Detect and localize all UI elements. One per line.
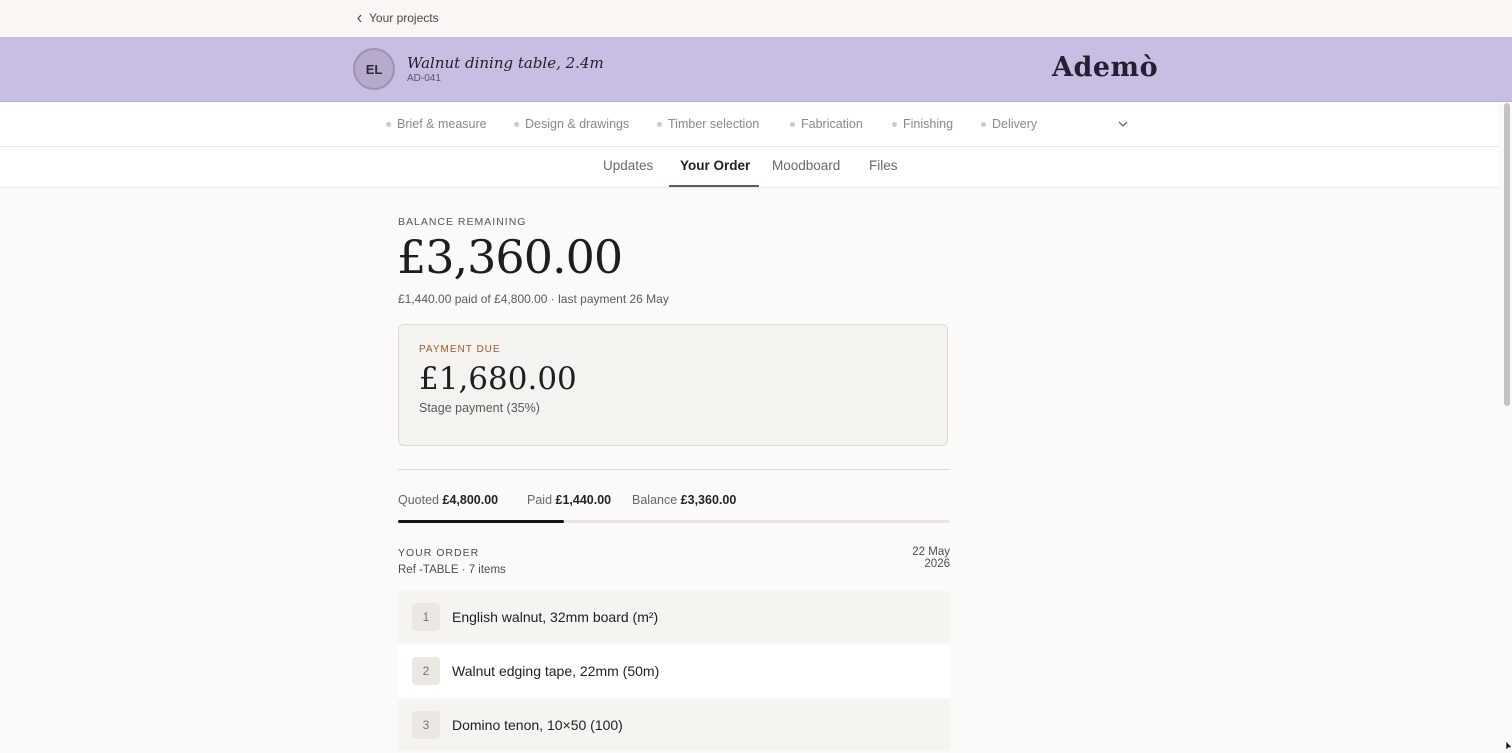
list-item[interactable]: 3 Domino tenon, 10×50 (100) xyxy=(398,699,950,751)
stage-design-drawings[interactable]: Design & drawings xyxy=(514,117,629,131)
chevron-left-icon xyxy=(357,14,362,22)
stage-label: Fabrication xyxy=(801,117,863,131)
item-name: English walnut, 32mm board (m²) xyxy=(452,609,659,625)
stage-status-dot xyxy=(790,121,795,127)
paid-value: £1,440.00 xyxy=(555,493,612,507)
avatar[interactable]: EL xyxy=(353,48,395,90)
order-date: 22 May 2026 xyxy=(912,546,950,570)
payment-progress-bar xyxy=(398,520,950,523)
item-number: 1 xyxy=(412,603,440,631)
item-number: 3 xyxy=(412,711,440,739)
stage-status-dot xyxy=(386,121,391,127)
item-name: Domino tenon, 10×50 (100) xyxy=(452,717,623,733)
your-order-label: YOUR ORDER xyxy=(398,547,480,559)
quoted-summary: Quoted £4,800.00 xyxy=(398,493,498,507)
stage-label: Design & drawings xyxy=(525,117,630,131)
divider xyxy=(398,469,950,470)
item-number: 2 xyxy=(412,657,440,685)
stage-status-dot xyxy=(892,121,897,127)
payment-summary-text: £1,440.00 paid of £4,800.00 · last payme… xyxy=(398,292,669,306)
item-name: Walnut edging tape, 22mm (50m) xyxy=(452,663,660,679)
chevron-down-icon[interactable] xyxy=(1117,119,1129,129)
stage-progress-bar: Brief & measure Design & drawings Timber… xyxy=(0,102,1498,147)
stage-label: Timber selection xyxy=(668,117,760,131)
tab-updates[interactable]: Updates xyxy=(603,158,653,173)
tab-your-order[interactable]: Your Order xyxy=(680,158,750,173)
quoted-value: £4,800.00 xyxy=(442,493,499,507)
active-tab-indicator xyxy=(669,185,759,187)
stage-fabrication[interactable]: Fabrication xyxy=(790,117,863,131)
stage-timber-selection[interactable]: Timber selection xyxy=(657,117,759,131)
quoted-label: Quoted xyxy=(398,493,440,507)
stage-delivery[interactable]: Delivery xyxy=(981,117,1037,131)
stage-label: Finishing xyxy=(903,117,954,131)
paid-label: Paid xyxy=(527,493,553,507)
back-to-projects-link[interactable]: Your projects xyxy=(356,11,439,25)
stage-brief-measure[interactable]: Brief & measure xyxy=(386,117,487,131)
tab-moodboard[interactable]: Moodboard xyxy=(772,158,840,173)
payment-due-label: PAYMENT DUE xyxy=(419,344,501,355)
order-meta: Ref -TABLE · 7 items xyxy=(398,564,506,576)
list-item[interactable]: 2 Walnut edging tape, 22mm (50m) xyxy=(398,645,950,697)
stage-status-dot xyxy=(514,121,519,127)
mouse-cursor-icon xyxy=(1506,741,1512,751)
balance-value: £3,360.00 xyxy=(680,493,737,507)
paid-summary: Paid £1,440.00 xyxy=(527,493,611,507)
tab-bar: Updates Your Order Moodboard Files xyxy=(0,147,1498,188)
payment-due-amount: £1,680.00 xyxy=(419,361,577,397)
top-bar: Your projects xyxy=(0,0,1512,38)
back-link-label: Your projects xyxy=(369,11,439,25)
scrollbar-thumb[interactable] xyxy=(1504,103,1510,406)
payment-due-card: PAYMENT DUE £1,680.00 Stage payment (35%… xyxy=(398,324,948,446)
list-item[interactable]: 1 English walnut, 32mm board (m²) xyxy=(398,591,950,643)
balance-remaining-amount: £3,360.00 xyxy=(397,230,623,284)
balance-label: Balance xyxy=(632,493,678,507)
project-header: EL Walnut dining table, 2.4m AD-041 Adem… xyxy=(0,37,1512,102)
tab-files[interactable]: Files xyxy=(869,158,898,173)
brand-logo[interactable]: Ademò xyxy=(1052,52,1158,83)
stage-status-dot xyxy=(657,121,662,127)
balance-summary: Balance £3,360.00 xyxy=(632,493,736,507)
stage-finishing[interactable]: Finishing xyxy=(892,117,953,131)
stage-label: Delivery xyxy=(992,117,1038,131)
payment-due-description: Stage payment (35%) xyxy=(419,401,540,415)
order-items-list: 1 English walnut, 32mm board (m²) 2 Waln… xyxy=(398,591,950,753)
payment-progress-fill xyxy=(398,520,564,523)
stage-label: Brief & measure xyxy=(397,117,487,131)
project-title: Walnut dining table, 2.4m xyxy=(407,54,604,72)
project-code: AD-041 xyxy=(407,73,441,84)
stage-status-dot xyxy=(981,121,986,127)
balance-remaining-label: BALANCE REMAINING xyxy=(398,216,527,228)
